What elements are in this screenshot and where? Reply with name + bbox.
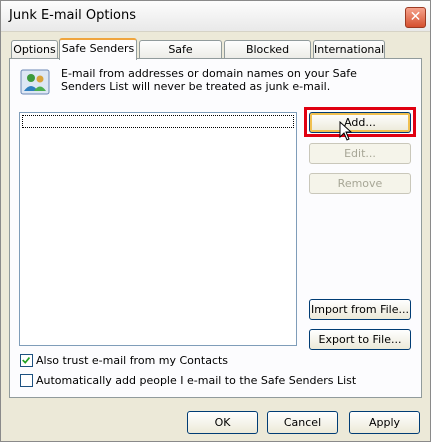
tab-safe-senders[interactable]: Safe Senders: [59, 38, 137, 60]
title-bar[interactable]: Junk E-mail Options ✕: [1, 1, 430, 32]
info-description: E-mail from addresses or domain names on…: [61, 67, 357, 93]
trust-contacts-checkbox[interactable]: [20, 354, 33, 367]
people-contacts-icon: [20, 69, 50, 95]
auto-add-label: Automatically add people I e-mail to the…: [36, 374, 357, 387]
import-from-file-button[interactable]: Import from File...: [309, 299, 411, 320]
tab-blocked-senders[interactable]: Blocked Senders: [224, 40, 311, 73]
remove-button[interactable]: Remove: [309, 173, 411, 194]
safe-senders-list[interactable]: [19, 112, 297, 346]
list-focus-rect: [22, 115, 294, 128]
export-to-file-button[interactable]: Export to File...: [309, 329, 411, 350]
cancel-button[interactable]: Cancel: [267, 411, 338, 434]
edit-button[interactable]: Edit...: [309, 143, 411, 164]
tab-safe-recipients[interactable]: Safe Recipients: [139, 40, 222, 73]
mouse-pointer-icon: [339, 121, 353, 141]
auto-add-checkbox[interactable]: [20, 374, 33, 387]
ok-button[interactable]: OK: [187, 411, 258, 434]
trust-contacts-row[interactable]: Also trust e-mail from my Contacts: [20, 354, 228, 367]
highlight-box: [304, 107, 416, 137]
close-button[interactable]: ✕: [405, 7, 426, 28]
close-icon: ✕: [409, 9, 422, 25]
junk-email-options-dialog: Junk E-mail Options ✕ Options Safe Sende…: [0, 0, 431, 442]
tab-international[interactable]: International: [313, 40, 385, 59]
auto-add-row[interactable]: Automatically add people I e-mail to the…: [20, 374, 356, 387]
window-title: Junk E-mail Options: [9, 8, 137, 23]
trust-contacts-label: Also trust e-mail from my Contacts: [36, 354, 229, 367]
apply-button[interactable]: Apply: [349, 411, 420, 434]
tab-options[interactable]: Options: [11, 40, 58, 59]
checkmark-icon: [22, 356, 31, 364]
